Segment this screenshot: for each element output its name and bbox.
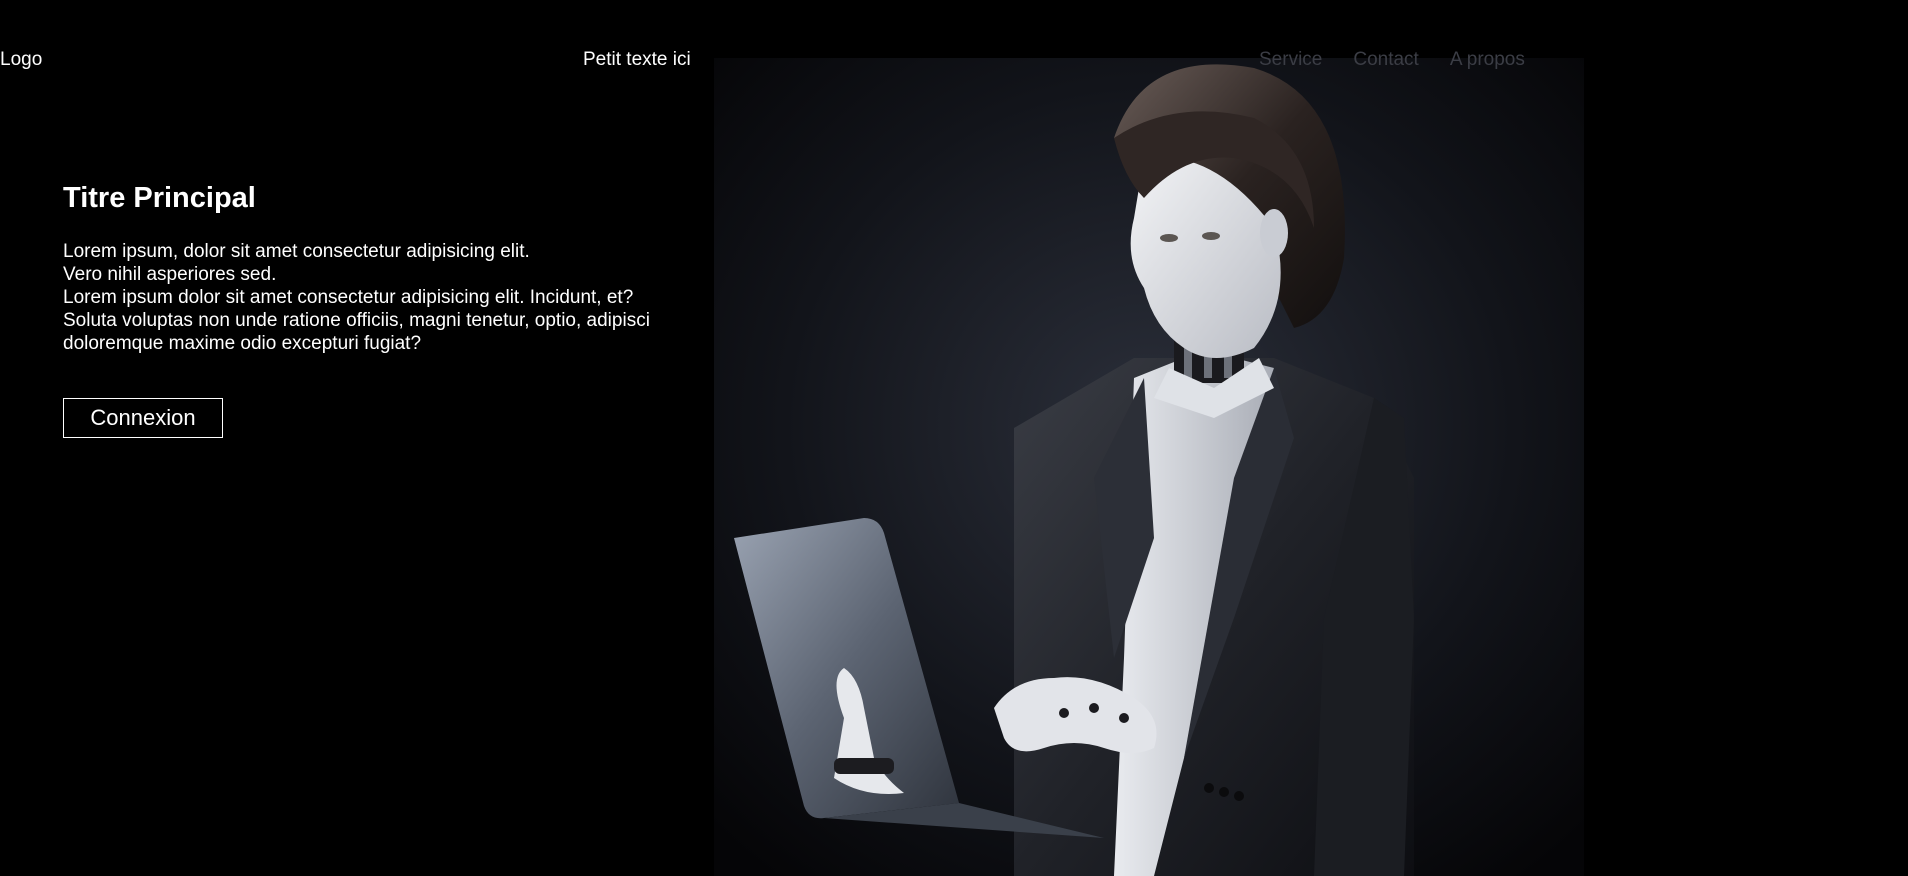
connexion-button[interactable]: Connexion (63, 398, 223, 438)
nav-link-service[interactable]: Service (1259, 49, 1322, 71)
page: Logo Petit texte ici Service Contact A p… (0, 0, 1908, 876)
hero-text-line: Lorem ipsum, dolor sit amet consectetur … (63, 241, 530, 262)
site-header: Logo Petit texte ici Service Contact A p… (0, 0, 1908, 120)
nav-link-contact[interactable]: Contact (1353, 49, 1418, 71)
hero-section: Titre Principal Lorem ipsum, dolor sit a… (63, 182, 723, 438)
logo[interactable]: Logo (0, 49, 42, 71)
nav-link-a-propos[interactable]: A propos (1450, 49, 1525, 71)
main-nav: Service Contact A propos (1259, 49, 1525, 71)
hero-description: Lorem ipsum, dolor sit amet consectetur … (63, 240, 723, 355)
page-title: Titre Principal (63, 182, 256, 214)
header-tagline: Petit texte ici (583, 49, 691, 70)
hero-text-line: doloremque maxime odio excepturi fugiat? (63, 333, 422, 354)
hero-text-line: Lorem ipsum dolor sit amet consectetur a… (63, 287, 634, 308)
hero-illustration (714, 58, 1584, 876)
hero-text-line: Vero nihil asperiores sed. (63, 264, 277, 285)
hero-text-line: Soluta voluptas non unde ratione officii… (63, 310, 650, 331)
